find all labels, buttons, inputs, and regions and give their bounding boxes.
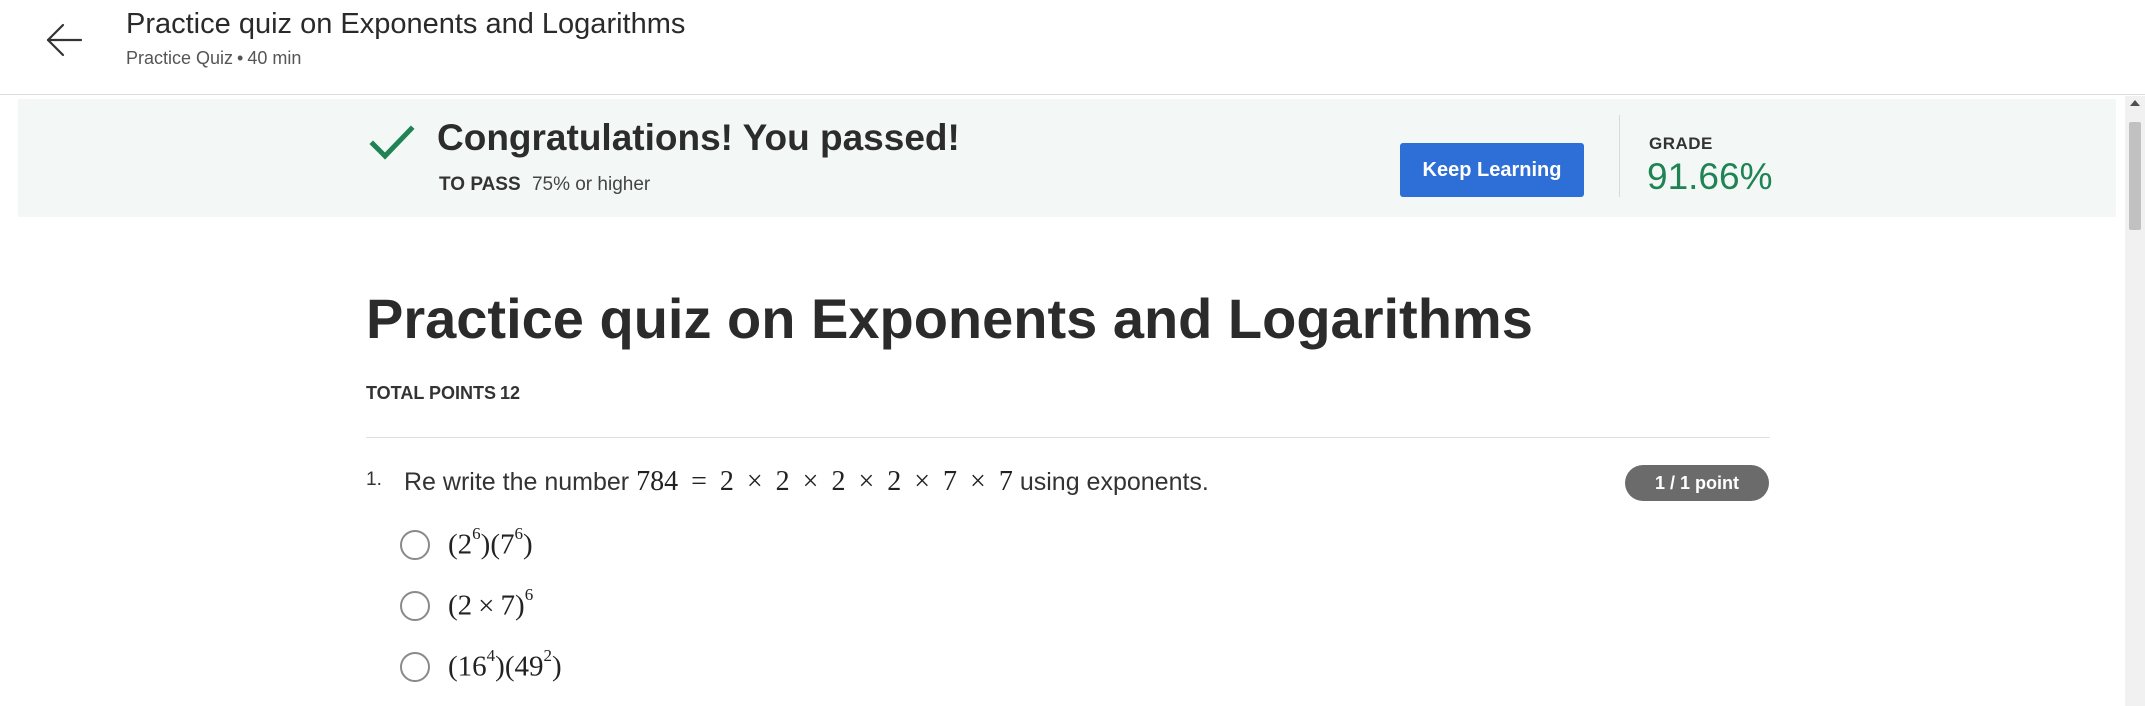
back-button[interactable] bbox=[40, 16, 88, 64]
expr-times: × bbox=[858, 466, 875, 497]
expr-factor: 7 bbox=[998, 466, 1013, 497]
opt-exponent: 6 bbox=[514, 524, 524, 544]
header-subtitle: Practice Quiz • 40 min bbox=[126, 48, 301, 69]
answer-option-b[interactable]: (2 × 7)6 bbox=[400, 584, 533, 628]
separator-dot: • bbox=[237, 48, 244, 68]
opt-base: 7 bbox=[500, 528, 515, 561]
pass-message: Congratulations! You passed! bbox=[437, 117, 960, 158]
opt-exponent: 6 bbox=[524, 585, 534, 605]
option-c-expression: (164)(492) bbox=[448, 646, 562, 683]
question-expression: 784 = 2 × 2 × 2 × 2 × 7 × 7 bbox=[636, 466, 1020, 497]
expr-number: 784 bbox=[636, 466, 679, 497]
expr-equals: = bbox=[691, 466, 707, 497]
answer-option-c[interactable]: (164)(492) bbox=[400, 645, 562, 689]
section-divider bbox=[366, 437, 1770, 438]
to-pass-value: 75% or higher bbox=[531, 174, 651, 195]
banner-divider bbox=[1619, 115, 1620, 197]
option-b-expression: (2 × 7)6 bbox=[448, 585, 534, 622]
radio-button[interactable] bbox=[400, 652, 430, 682]
expr-factor: 2 bbox=[887, 466, 902, 497]
page-scrollbar[interactable] bbox=[2125, 96, 2145, 706]
pass-banner: Congratulations! You passed! TO PASS 75%… bbox=[18, 99, 2116, 217]
opt-exponent: 6 bbox=[472, 524, 481, 544]
option-a-expression: (26)(76) bbox=[448, 524, 533, 561]
top-header: Practice quiz on Exponents and Logarithm… bbox=[0, 0, 2145, 95]
opt-exponent: 4 bbox=[486, 646, 496, 666]
to-pass-label: TO PASS bbox=[439, 174, 521, 195]
question-score-badge: 1 / 1 point bbox=[1625, 465, 1769, 501]
expr-times: × bbox=[970, 466, 986, 497]
opt-base: 7 bbox=[500, 589, 516, 622]
quiz-type: Practice Quiz bbox=[126, 48, 234, 68]
opt-times: × bbox=[478, 589, 495, 622]
expr-factor: 2 bbox=[831, 466, 846, 497]
opt-base: 2 bbox=[457, 589, 473, 622]
question-text-after: using exponents. bbox=[1019, 468, 1209, 496]
quiz-page: Practice quiz on Exponents and Logarithm… bbox=[0, 0, 2145, 706]
keep-learning-button[interactable]: Keep Learning bbox=[1400, 143, 1584, 197]
grade-label: GRADE bbox=[1649, 134, 1713, 153]
expr-factor: 2 bbox=[719, 466, 734, 497]
scroll-up-icon[interactable] bbox=[2130, 100, 2140, 106]
opt-exponent: 2 bbox=[543, 646, 553, 666]
quiz-duration: 40 min bbox=[247, 48, 302, 68]
opt-base: 2 bbox=[457, 528, 473, 561]
scroll-thumb[interactable] bbox=[2129, 122, 2141, 230]
answer-option-a[interactable]: (26)(76) bbox=[400, 523, 533, 567]
expr-times: × bbox=[914, 466, 931, 497]
total-points-label: TOTAL POINTS bbox=[366, 383, 497, 403]
radio-button[interactable] bbox=[400, 591, 430, 621]
question-text-before: Re write the number bbox=[404, 468, 630, 496]
total-points-value: 12 bbox=[500, 383, 521, 403]
expr-times: × bbox=[746, 466, 763, 497]
expr-factor: 2 bbox=[775, 466, 790, 497]
header-title: Practice quiz on Exponents and Logarithm… bbox=[126, 8, 686, 40]
total-points: TOTAL POINTS 12 bbox=[366, 383, 520, 404]
question-number: 1. bbox=[366, 469, 382, 490]
opt-base: 49 bbox=[514, 650, 544, 683]
expr-factor: 7 bbox=[943, 466, 958, 497]
radio-button[interactable] bbox=[400, 530, 430, 560]
opt-base: 16 bbox=[457, 650, 487, 683]
pass-requirement: TO PASS 75% or higher bbox=[439, 174, 650, 196]
back-arrow-icon bbox=[46, 23, 83, 57]
checkmark-icon bbox=[369, 125, 415, 160]
grade-value: 91.66% bbox=[1647, 156, 1773, 197]
expr-times: × bbox=[802, 466, 819, 497]
question-text: Re write the number 784 = 2 × 2 × 2 × 2 … bbox=[404, 466, 1209, 498]
quiz-title: Practice quiz on Exponents and Logarithm… bbox=[366, 287, 1533, 350]
